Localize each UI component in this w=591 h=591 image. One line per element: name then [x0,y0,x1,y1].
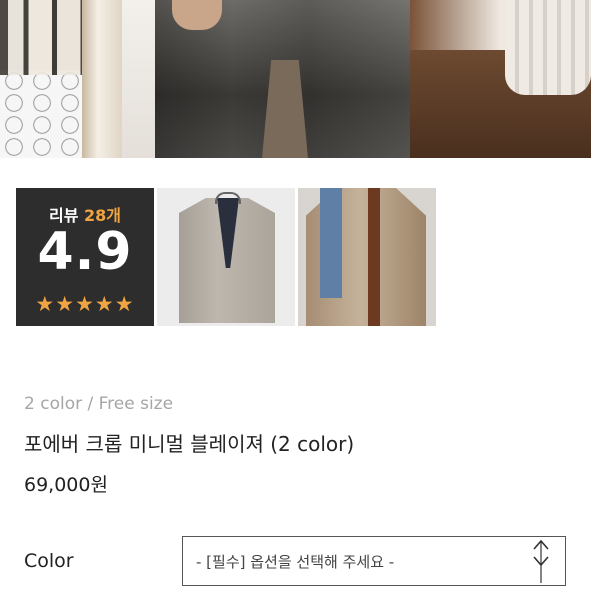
product-title: 포에버 크롭 미니멀 블레이져 (2 color) [24,432,355,456]
model-shirt [320,188,342,298]
rating-score: 4.9 [37,222,133,282]
select-arrows-icon [531,537,551,587]
product-thumbnail-model[interactable] [298,188,436,326]
color-select[interactable]: - [필수] 옵션을 선택해 주세요 - [182,536,566,586]
blazer-lapel [217,198,239,268]
model-bag-strap [368,188,380,326]
product-thumbnail-gray-blazer[interactable] [157,188,295,326]
rating-stars-icon: ★★★★★ [35,292,135,316]
product-options-summary: 2 color / Free size [24,394,174,414]
gray-blazer-photo-icon [179,198,275,323]
color-option-label: Color [24,550,74,572]
product-price: 69,000원 [24,474,108,496]
hero-hand [172,0,222,30]
hanger-icon [215,192,241,204]
review-thumbnail[interactable]: 리뷰 28개 4.9 ★★★★★ [16,188,154,326]
color-select-placeholder: - [필수] 옵션을 선택해 주세요 - [196,552,395,571]
hero-curtain [505,0,591,95]
hero-door [82,0,122,158]
product-hero-image [0,0,591,158]
